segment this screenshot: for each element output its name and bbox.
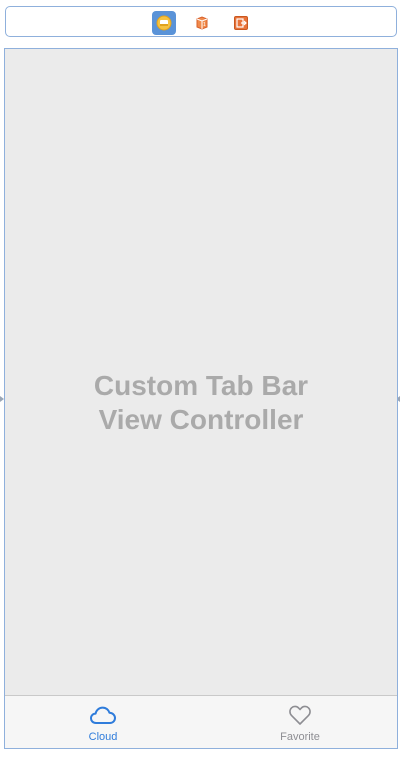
cloud-icon (90, 706, 116, 724)
tab-cloud[interactable]: Cloud (53, 704, 153, 744)
title-line-1: Custom Tab Bar (93, 370, 309, 401)
heart-icon (289, 705, 311, 725)
view-controller-icon[interactable] (152, 11, 176, 35)
scene-dock: 1 (5, 6, 397, 37)
tab-label-favorite: Favorite (280, 731, 320, 743)
view-controller-canvas[interactable]: Custom Tab Bar View Controller Cloud Fav… (4, 48, 398, 749)
title-line-2: View Controller (98, 404, 304, 435)
center-title: Custom Tab Bar View Controller (5, 369, 397, 437)
tab-favorite[interactable]: Favorite (250, 704, 350, 744)
svg-text:1: 1 (203, 22, 206, 28)
tab-bar: Cloud Favorite (5, 695, 397, 748)
tab-label-cloud: Cloud (88, 731, 118, 743)
exit-icon[interactable] (229, 11, 253, 35)
first-responder-icon[interactable]: 1 (190, 11, 214, 35)
